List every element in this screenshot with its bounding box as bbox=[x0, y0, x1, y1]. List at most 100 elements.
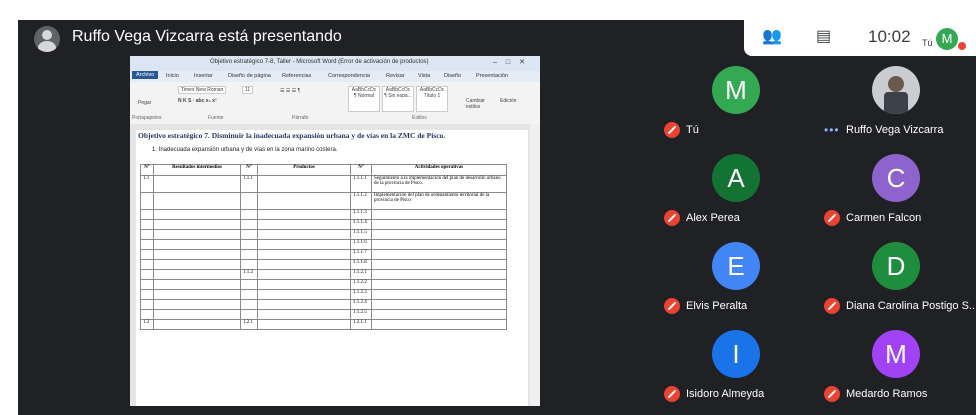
table-cell[interactable] bbox=[140, 269, 154, 280]
table-cell[interactable]: 1.2.1 bbox=[240, 319, 258, 330]
table-cell[interactable]: 1.2 bbox=[140, 319, 154, 330]
table-cell[interactable] bbox=[240, 299, 258, 310]
table-cell[interactable] bbox=[257, 229, 351, 240]
chat-icon[interactable]: ▤ bbox=[816, 26, 831, 46]
table-cell[interactable] bbox=[153, 259, 241, 270]
table-cell[interactable] bbox=[240, 249, 258, 260]
format-buttons[interactable]: N K S · abc x₂ x² bbox=[178, 98, 217, 104]
table-cell[interactable] bbox=[140, 279, 154, 290]
style-titulo-1[interactable]: AaBbCcDc Título 1 bbox=[416, 86, 448, 112]
table-cell[interactable] bbox=[371, 229, 507, 240]
participant-tile[interactable]: ••• Ruffo Vega Vizcarra bbox=[814, 56, 974, 146]
table-cell[interactable] bbox=[140, 259, 154, 270]
table-cell[interactable] bbox=[371, 319, 507, 330]
table-cell[interactable] bbox=[257, 299, 351, 310]
paste-button[interactable]: Pegar bbox=[138, 100, 151, 106]
table-cell[interactable] bbox=[140, 289, 154, 300]
table-cell[interactable] bbox=[153, 229, 241, 240]
table-cell[interactable] bbox=[153, 175, 241, 193]
table-cell[interactable]: 1.1.1.8 bbox=[350, 259, 372, 270]
table-cell[interactable] bbox=[153, 239, 241, 250]
tab-diseno-pagina[interactable]: Diseño de página bbox=[228, 73, 271, 79]
table-cell[interactable] bbox=[153, 299, 241, 310]
tab-referencias[interactable]: Referencias bbox=[282, 73, 311, 79]
tab-insertar[interactable]: Insertar bbox=[194, 73, 213, 79]
table-cell[interactable] bbox=[140, 209, 154, 220]
table-cell[interactable] bbox=[257, 175, 351, 193]
vertical-scrollbar[interactable] bbox=[530, 124, 540, 406]
window-buttons[interactable]: –□✕ bbox=[493, 58, 534, 66]
tab-diseno[interactable]: Diseño bbox=[444, 73, 461, 79]
table-cell[interactable] bbox=[153, 192, 241, 210]
table-cell[interactable] bbox=[257, 259, 351, 270]
change-styles-button[interactable]: Cambiar estilos bbox=[466, 98, 492, 110]
table-cell[interactable] bbox=[240, 239, 258, 250]
table-cell[interactable] bbox=[257, 309, 351, 320]
table-cell[interactable]: 1.1.1.6 bbox=[350, 239, 372, 250]
people-icon[interactable]: 👥 bbox=[762, 26, 782, 46]
table-cell[interactable] bbox=[240, 229, 258, 240]
table-cell[interactable] bbox=[257, 279, 351, 290]
participant-tile[interactable]: E Elvis Peralta bbox=[654, 232, 814, 322]
table-cell[interactable] bbox=[257, 319, 351, 330]
table-cell[interactable]: 1.1.1.1 bbox=[350, 175, 372, 193]
table-cell[interactable] bbox=[153, 309, 241, 320]
table-cell[interactable] bbox=[371, 309, 507, 320]
table-cell[interactable]: Seguimiento a la implementación del plan… bbox=[371, 175, 507, 193]
table-cell[interactable] bbox=[153, 279, 241, 290]
style-sin-espaciado[interactable]: AaBbCcDc ¶ Sin espa... bbox=[382, 86, 414, 112]
table-cell[interactable]: Implementación del plan de ordenamiento … bbox=[371, 192, 507, 210]
participant-tile[interactable]: I Isidoro Almeyda bbox=[654, 320, 814, 410]
style-normal[interactable]: AaBbCcDc ¶ Normal bbox=[348, 86, 380, 112]
table-cell[interactable] bbox=[371, 299, 507, 310]
table-cell[interactable]: 1.1.2.4 bbox=[350, 299, 372, 310]
table-cell[interactable]: 1.1.1.2 bbox=[350, 192, 372, 210]
tab-presentacion[interactable]: Presentación bbox=[476, 73, 508, 79]
table-cell[interactable] bbox=[140, 309, 154, 320]
tab-correspondencia[interactable]: Correspondencia bbox=[328, 73, 370, 79]
table-cell[interactable] bbox=[371, 209, 507, 220]
table-cell[interactable] bbox=[371, 289, 507, 300]
table-cell[interactable]: 1.2.1.1 bbox=[350, 319, 372, 330]
table-cell[interactable]: 1.1.1.4 bbox=[350, 219, 372, 230]
tab-revisar[interactable]: Revisar bbox=[386, 73, 405, 79]
table-cell[interactable] bbox=[371, 239, 507, 250]
edit-button[interactable]: Edición bbox=[500, 98, 516, 104]
table-cell[interactable] bbox=[153, 249, 241, 260]
table-cell[interactable] bbox=[371, 219, 507, 230]
table-cell[interactable] bbox=[240, 289, 258, 300]
participant-tile[interactable]: M Tú bbox=[654, 56, 814, 146]
table-cell[interactable] bbox=[140, 219, 154, 230]
table-cell[interactable]: 1.1.2.5 bbox=[350, 309, 372, 320]
table-cell[interactable]: 1.1.1 bbox=[240, 175, 258, 193]
self-avatar[interactable]: M bbox=[936, 28, 958, 50]
table-cell[interactable] bbox=[140, 299, 154, 310]
font-name-select[interactable]: Times New Roman bbox=[178, 86, 227, 94]
table-cell[interactable] bbox=[153, 209, 241, 220]
participant-tile[interactable]: M Medardo Ramos bbox=[814, 320, 974, 410]
table-cell[interactable] bbox=[153, 269, 241, 280]
table-cell[interactable] bbox=[257, 192, 351, 210]
table-cell[interactable]: 1.1.1.3 bbox=[350, 209, 372, 220]
table-cell[interactable] bbox=[240, 209, 258, 220]
table-cell[interactable] bbox=[153, 219, 241, 230]
table-cell[interactable] bbox=[140, 239, 154, 250]
table-cell[interactable] bbox=[240, 192, 258, 210]
table-cell[interactable] bbox=[257, 249, 351, 260]
table-cell[interactable]: 1.1 bbox=[140, 175, 154, 193]
table-cell[interactable] bbox=[153, 289, 241, 300]
tab-vista[interactable]: Vista bbox=[418, 73, 430, 79]
table-cell[interactable] bbox=[140, 192, 154, 210]
table-cell[interactable] bbox=[240, 219, 258, 230]
table-cell[interactable] bbox=[240, 259, 258, 270]
table-cell[interactable] bbox=[257, 289, 351, 300]
table-cell[interactable] bbox=[371, 279, 507, 290]
tab-archivo[interactable]: Archivo bbox=[132, 71, 159, 79]
table-cell[interactable] bbox=[257, 269, 351, 280]
participant-tile[interactable]: A Alex Perea bbox=[654, 144, 814, 234]
participant-tile[interactable]: C Carmen Falcon bbox=[814, 144, 974, 234]
table-cell[interactable]: 1.1.2.2 bbox=[350, 279, 372, 290]
table-cell[interactable] bbox=[371, 269, 507, 280]
table-cell[interactable] bbox=[240, 279, 258, 290]
table-cell[interactable] bbox=[257, 239, 351, 250]
